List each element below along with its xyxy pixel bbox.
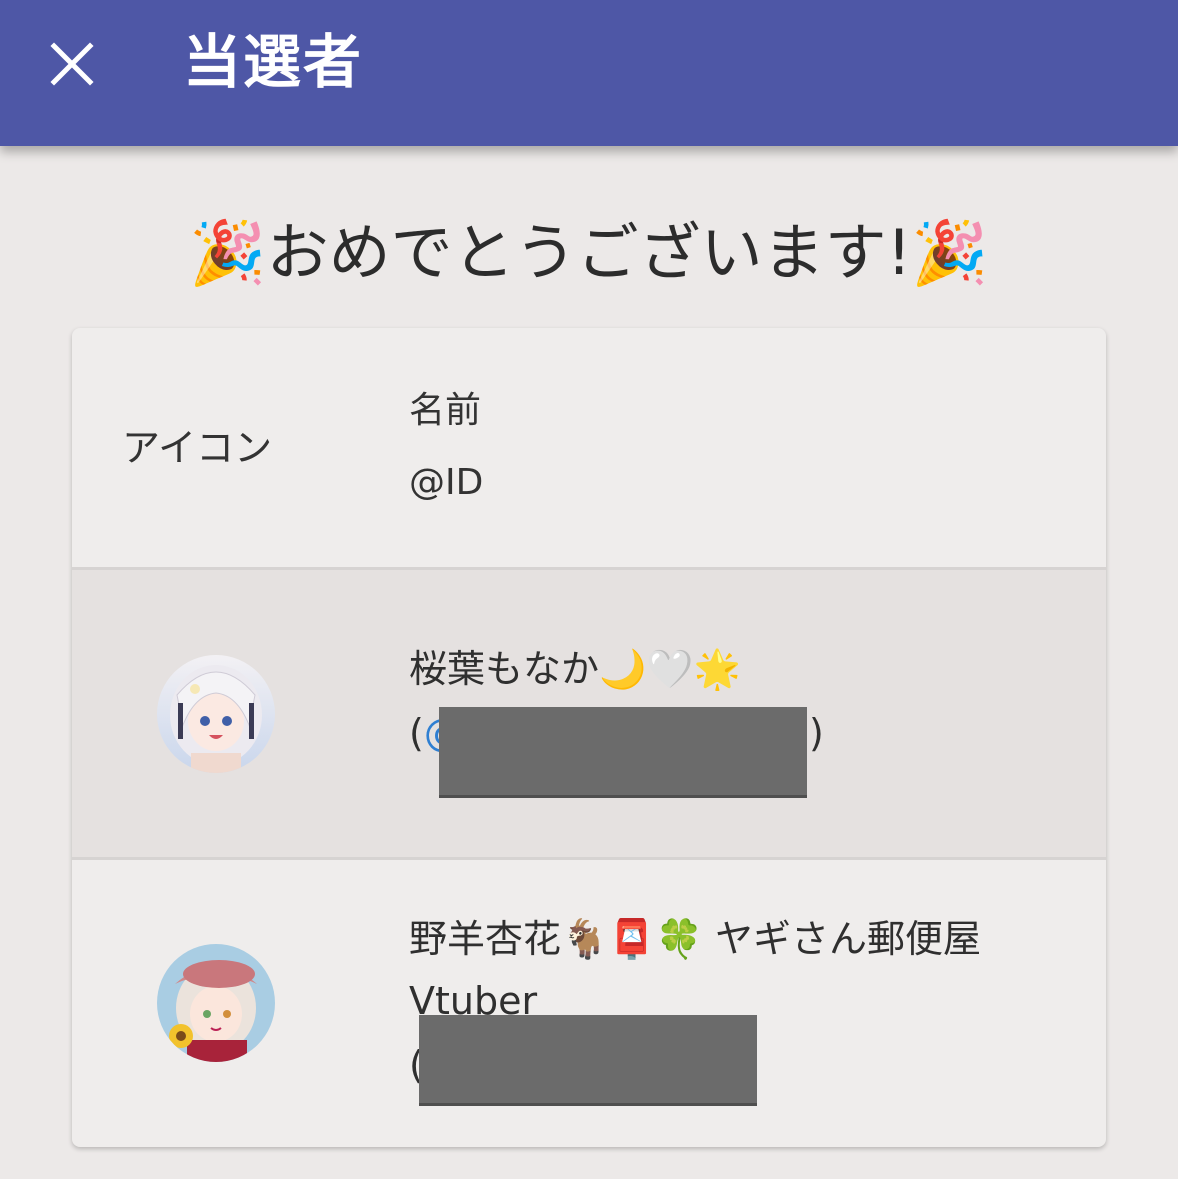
winner-name: 野羊杏花🐐📮🍀 ヤギさん郵便屋 (409, 917, 982, 961)
redaction-block (439, 707, 807, 795)
close-icon (50, 42, 94, 86)
app-bar: 当選者 (0, 0, 1178, 146)
page-title: 当選者 (183, 28, 364, 96)
congratulations-banner: 🎉おめでとうございます!🎉 (189, 216, 989, 289)
winner-name: 桜葉もなか🌙🤍🌟 (409, 647, 741, 691)
redaction-block (419, 1015, 757, 1103)
column-header-icon: アイコン (122, 426, 273, 470)
avatar[interactable] (157, 944, 275, 1062)
avatar[interactable] (157, 655, 275, 773)
winners-table: アイコン 名前 @ID 桜葉もなか🌙🤍🌟 () 野羊杏花🐐📮🍀 ヤギさん郵便屋… (72, 328, 1106, 1147)
column-header-id: @ID (409, 462, 484, 503)
table-row[interactable]: 野羊杏花🐐📮🍀 ヤギさん郵便屋 Vtuber ( (72, 860, 1106, 1147)
table-row[interactable]: 桜葉もなか🌙🤍🌟 (@ ) (72, 570, 1106, 857)
id-open-paren: ( (409, 711, 424, 755)
table-header-row: アイコン 名前 @ID (72, 328, 1106, 567)
id-close-paren: ) (809, 711, 824, 755)
column-header-name: 名前 (409, 390, 482, 431)
close-button[interactable] (38, 30, 106, 98)
